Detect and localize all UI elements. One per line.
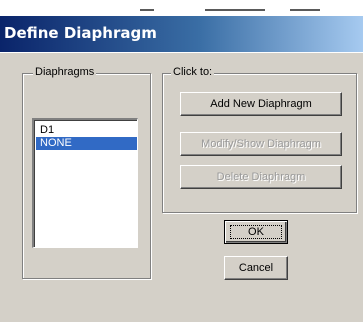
title-bar[interactable]: Define Diaphragm [0, 16, 363, 52]
cancel-label: Cancel [238, 262, 274, 274]
list-item-d1[interactable]: D1 [36, 124, 137, 137]
delete-diaphragm-label: Delete Diaphragm [216, 171, 306, 183]
background-strip [0, 0, 363, 16]
list-item-none[interactable]: NONE [36, 137, 137, 150]
click-to-group-label: Click to: [171, 66, 215, 78]
cancel-button[interactable]: Cancel [224, 256, 288, 280]
diaphragms-group-label: Diaphragms [33, 66, 97, 78]
ok-button[interactable]: OK [224, 220, 288, 244]
screen: Define Diaphragm Diaphragms D1 NONE Clic… [0, 0, 363, 322]
modify-show-diaphragm-label: Modify/Show Diaphragm [201, 138, 321, 150]
title-separator [0, 52, 363, 53]
listbox-inner: D1 NONE [34, 120, 137, 247]
add-new-diaphragm-label: Add New Diaphragm [210, 98, 312, 110]
modify-show-diaphragm-button[interactable]: Modify/Show Diaphragm [180, 132, 342, 156]
ok-label: OK [248, 226, 264, 238]
dialog-title: Define Diaphragm [4, 24, 157, 42]
background-fragment [140, 9, 154, 11]
background-fragment [205, 9, 265, 11]
add-new-diaphragm-button[interactable]: Add New Diaphragm [180, 92, 342, 116]
diaphragms-listbox[interactable]: D1 NONE [32, 118, 138, 248]
background-fragment [290, 9, 320, 11]
define-diaphragm-dialog: Define Diaphragm Diaphragms D1 NONE Clic… [0, 16, 363, 322]
delete-diaphragm-button[interactable]: Delete Diaphragm [180, 165, 342, 189]
